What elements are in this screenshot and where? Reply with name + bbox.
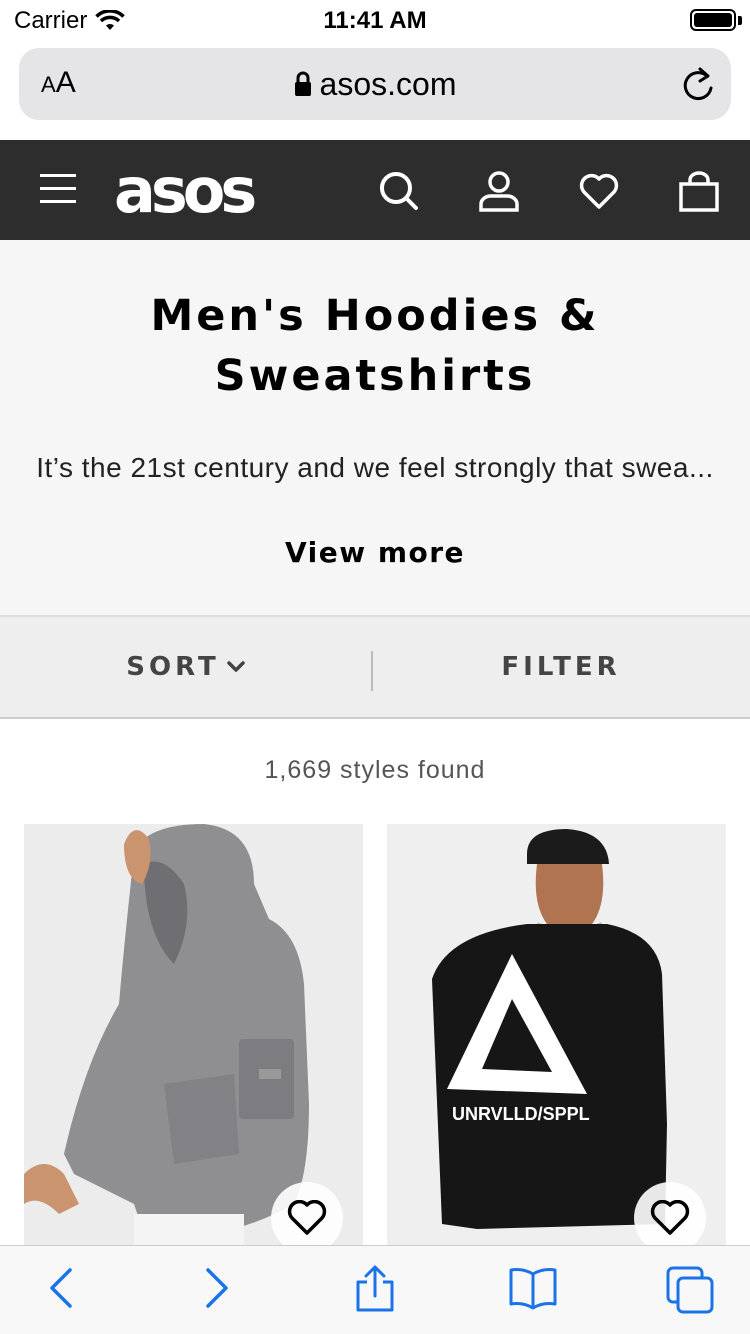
status-bar: Carrier 11:41 AM [0, 0, 750, 40]
save-for-later-button[interactable] [634, 1182, 706, 1246]
back-icon[interactable] [46, 1266, 76, 1310]
bookmarks-icon[interactable] [508, 1266, 558, 1310]
category-description: It’s the 21st century and we feel strong… [36, 452, 714, 483]
product-card[interactable]: UNRVLLD/SPPL [387, 824, 726, 1246]
address-bar[interactable]: AA asos.com [19, 48, 731, 120]
results-count: 1,669 styles found [264, 756, 486, 784]
category-banner: Men's Hoodies & Sweatshirts It’s the 21s… [0, 240, 750, 617]
menu-icon[interactable] [40, 174, 76, 206]
filter-button[interactable]: FILTER [372, 617, 750, 717]
product-card[interactable] [24, 824, 363, 1246]
lock-icon [294, 71, 311, 96]
search-icon[interactable] [378, 170, 420, 212]
filter-label: FILTER [501, 652, 621, 682]
print-text: UNRVLLD/SPPL [452, 1104, 590, 1124]
url-text: asos.com [319, 66, 457, 102]
view-more-link[interactable]: View more [0, 536, 750, 569]
sort-filter-bar: SORT FILTER [0, 617, 750, 719]
save-for-later-button[interactable] [271, 1182, 343, 1246]
browser-toolbar [0, 1245, 750, 1334]
battery-icon [690, 9, 736, 31]
reload-icon[interactable] [681, 66, 715, 104]
chevron-down-icon [226, 661, 245, 672]
page-title: Men's Hoodies & Sweatshirts [150, 291, 600, 401]
battery-cap [738, 16, 742, 25]
forward-icon[interactable] [202, 1266, 232, 1310]
asos-logo[interactable]: asos [114, 154, 257, 227]
site-header: asos [0, 140, 750, 240]
browser-address-area: AA asos.com [0, 40, 750, 140]
bag-icon[interactable] [678, 170, 720, 212]
url-display[interactable]: asos.com [19, 66, 731, 103]
clock: 11:41 AM [323, 7, 427, 34]
heart-outline-icon [287, 1200, 327, 1235]
heart-outline-icon [650, 1200, 690, 1235]
heart-icon[interactable] [578, 170, 620, 212]
sort-label: SORT [126, 652, 220, 682]
account-icon[interactable] [478, 170, 520, 212]
sort-button[interactable]: SORT [0, 617, 372, 717]
tabs-icon[interactable] [664, 1264, 716, 1314]
share-icon[interactable] [354, 1264, 396, 1314]
